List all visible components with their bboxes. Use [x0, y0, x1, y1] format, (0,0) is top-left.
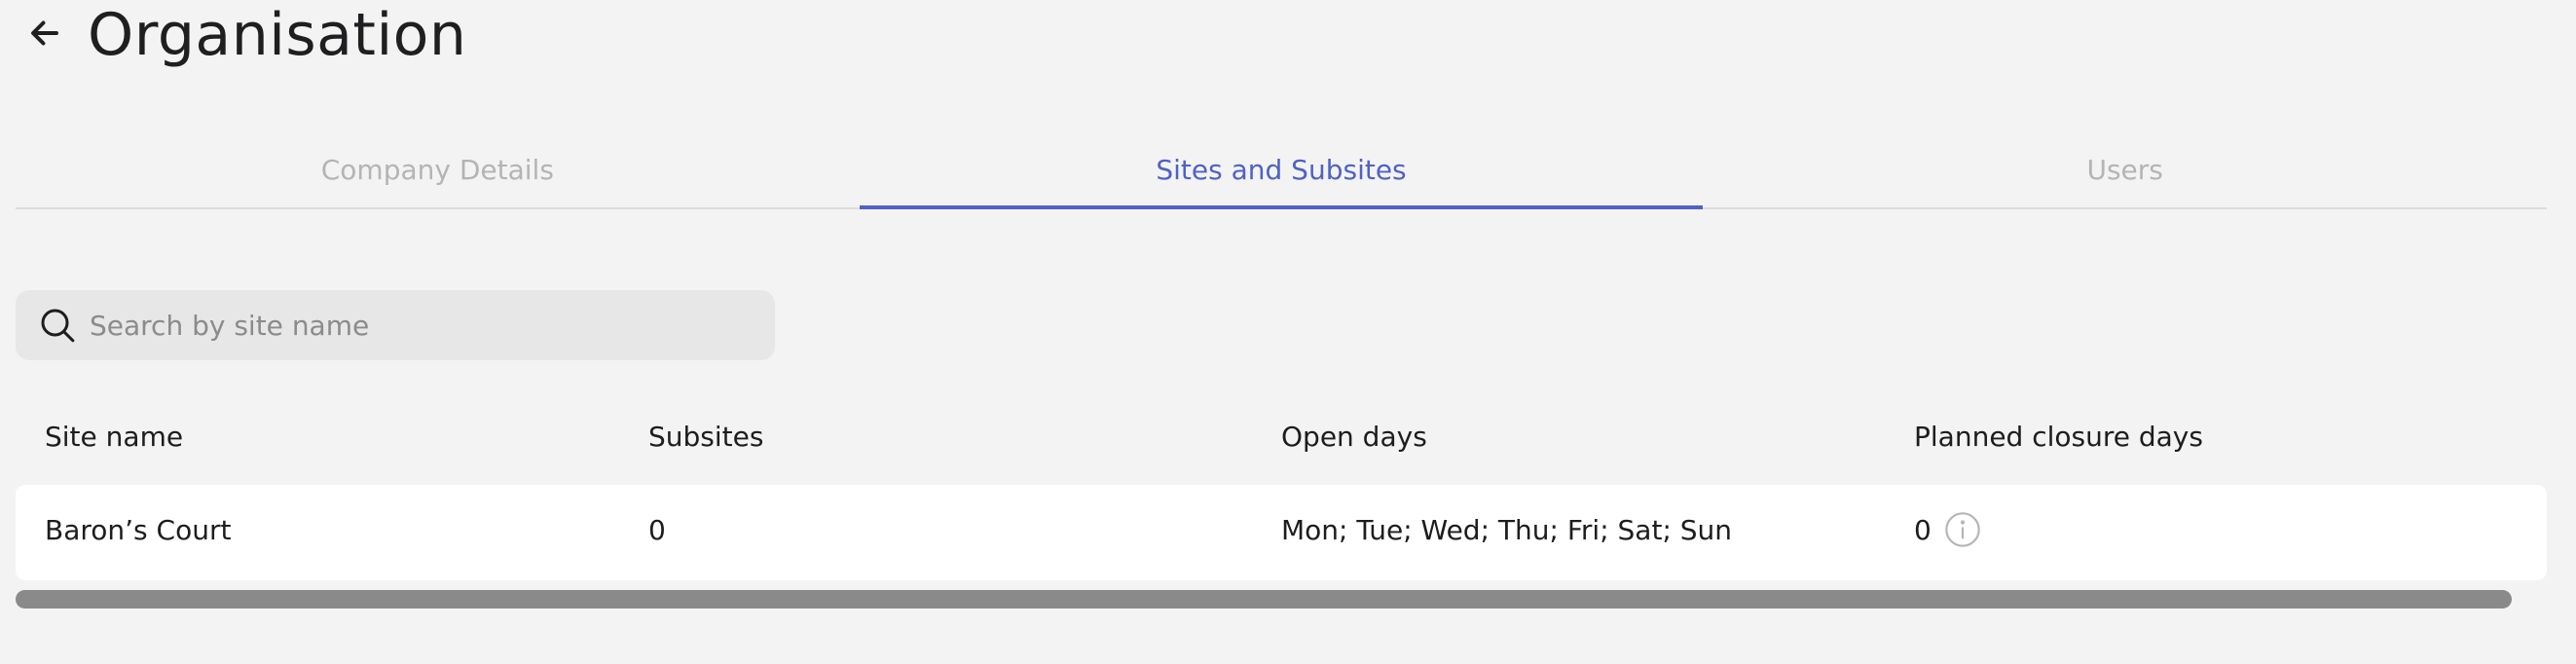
planned-closure-days-value: 0 — [1914, 513, 1932, 546]
column-header-subsites[interactable]: Subsites — [648, 421, 763, 453]
site-name-cell: Baron’s Court — [45, 514, 232, 546]
column-header-open-days[interactable]: Open days — [1281, 421, 1427, 453]
tab-company-details[interactable]: Company Details — [16, 136, 860, 207]
page-title: Organisation — [88, 1, 467, 69]
search-icon — [37, 305, 78, 346]
arrow-left-icon — [27, 16, 62, 55]
column-header-planned-closure-days[interactable]: Planned closure days — [1914, 421, 2203, 453]
tab-users[interactable]: Users — [1703, 136, 2547, 207]
planned-closure-days-cell: 0 — [1914, 510, 1982, 549]
table-row[interactable]: Baron’s Court 0 Mon; Tue; Wed; Thu; Fri;… — [16, 485, 2547, 580]
search-input[interactable] — [88, 308, 754, 343]
open-days-cell: Mon; Tue; Wed; Thu; Fri; Sat; Sun — [1281, 514, 1733, 546]
tab-bar: Company Details Sites and Subsites Users — [16, 136, 2547, 209]
subsites-cell: 0 — [648, 514, 666, 546]
search-box — [16, 290, 775, 360]
column-header-site-name[interactable]: Site name — [45, 421, 183, 453]
page-header: Organisation — [23, 0, 466, 70]
tab-sites-and-subsites[interactable]: Sites and Subsites — [859, 136, 1704, 209]
table-header: Site name Subsites Open days Planned clo… — [16, 409, 2547, 463]
back-button[interactable] — [23, 14, 66, 56]
horizontal-scrollbar[interactable] — [16, 590, 2512, 609]
info-icon[interactable] — [1943, 510, 1982, 549]
